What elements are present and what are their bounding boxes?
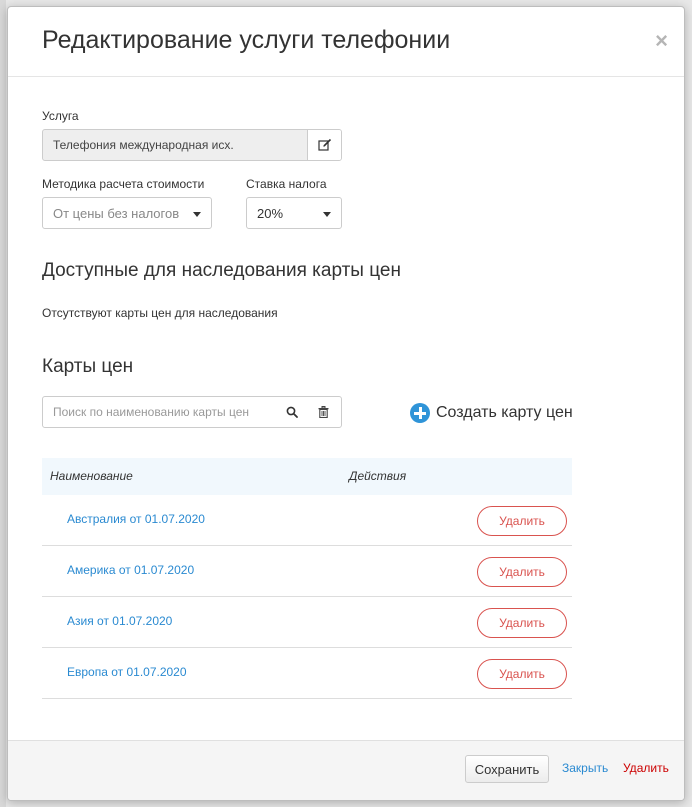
chevron-down-icon bbox=[193, 212, 201, 217]
tax-rate-value: 20% bbox=[257, 206, 284, 221]
modal-header: Редактирование услуги телефонии × bbox=[8, 7, 684, 77]
clear-search-button[interactable] bbox=[308, 397, 338, 427]
trash-icon bbox=[318, 406, 328, 418]
save-button[interactable]: Сохранить bbox=[465, 755, 549, 783]
calc-method-select[interactable]: От цены без налогов bbox=[42, 197, 212, 229]
search-icon bbox=[286, 406, 298, 418]
price-map-link[interactable]: Австралия от 01.07.2020 bbox=[67, 512, 205, 526]
modal-title: Редактирование услуги телефонии bbox=[42, 26, 451, 54]
search-input[interactable] bbox=[43, 397, 273, 427]
calc-method-value: От цены без налогов bbox=[53, 206, 180, 221]
table-header: Наименование Действия bbox=[42, 458, 572, 495]
modal-footer: Сохранить Закрыть Удалить bbox=[8, 740, 684, 800]
inheritance-section-title: Доступные для наследования карты цен bbox=[42, 260, 401, 281]
price-map-link[interactable]: Азия от 01.07.2020 bbox=[67, 614, 172, 628]
close-link[interactable]: Закрыть bbox=[562, 761, 608, 775]
delete-price-map-button[interactable]: Удалить bbox=[477, 608, 567, 638]
table-row: Австралия от 01.07.2020 Удалить bbox=[42, 495, 572, 546]
delete-price-map-button[interactable]: Удалить bbox=[477, 557, 567, 587]
create-price-map-label: Создать карту цен bbox=[436, 404, 573, 421]
delete-price-map-button[interactable]: Удалить bbox=[477, 506, 567, 536]
column-header-actions: Действия bbox=[349, 469, 407, 483]
tax-rate-label: Ставка налога bbox=[246, 177, 327, 191]
edit-service-button[interactable] bbox=[307, 130, 341, 160]
plus-circle-icon bbox=[410, 403, 430, 423]
search-button[interactable] bbox=[277, 397, 307, 427]
table-row: Азия от 01.07.2020 Удалить bbox=[42, 597, 572, 648]
service-label: Услуга bbox=[42, 109, 79, 123]
calc-method-label: Методика расчета стоимости bbox=[42, 177, 205, 191]
page-backdrop bbox=[0, 0, 6, 807]
price-map-search bbox=[42, 396, 342, 428]
chevron-down-icon bbox=[323, 212, 331, 217]
delete-service-link[interactable]: Удалить bbox=[623, 761, 669, 775]
delete-price-map-button[interactable]: Удалить bbox=[477, 659, 567, 689]
table-row: Европа от 01.07.2020 Удалить bbox=[42, 648, 572, 699]
edit-icon bbox=[317, 138, 331, 151]
create-price-map-button[interactable]: Создать карту цен bbox=[410, 402, 573, 424]
price-map-link[interactable]: Европа от 01.07.2020 bbox=[67, 665, 187, 679]
column-header-name: Наименование bbox=[50, 469, 133, 483]
price-maps-table: Наименование Действия Австралия от 01.07… bbox=[42, 458, 572, 699]
table-row: Америка от 01.07.2020 Удалить bbox=[42, 546, 572, 597]
price-map-link[interactable]: Америка от 01.07.2020 bbox=[67, 563, 194, 577]
price-maps-section-title: Карты цен bbox=[42, 356, 134, 377]
inheritance-empty-text: Отсутствуют карты цен для наследования bbox=[42, 306, 278, 320]
tax-rate-select[interactable]: 20% bbox=[246, 197, 342, 229]
close-icon[interactable]: × bbox=[655, 30, 668, 52]
service-field: Телефония международная исх. bbox=[42, 129, 342, 161]
edit-telephony-service-modal: Редактирование услуги телефонии × Услуга… bbox=[7, 6, 685, 801]
service-value: Телефония международная исх. bbox=[53, 138, 234, 152]
